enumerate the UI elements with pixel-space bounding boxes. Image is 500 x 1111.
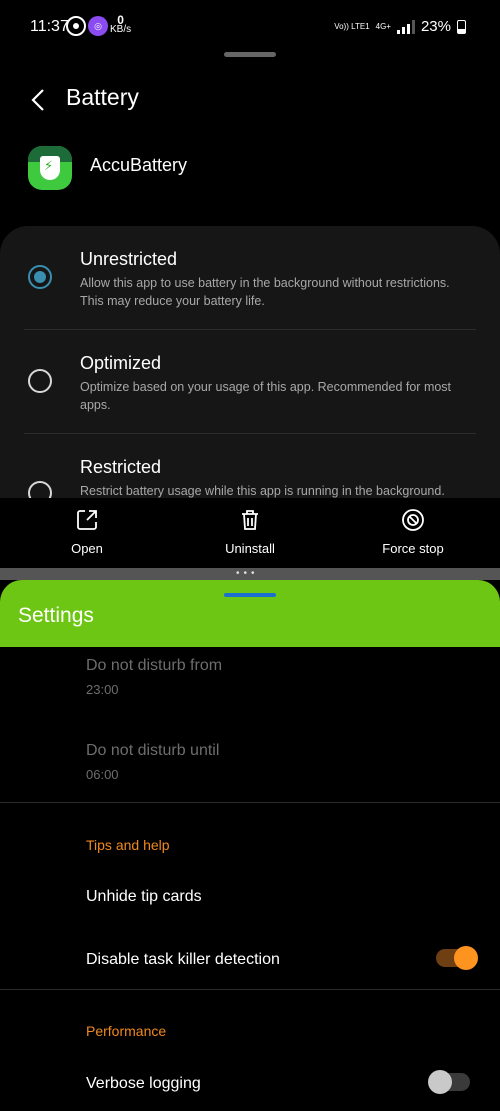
- open-label: Open: [71, 541, 103, 556]
- open-button[interactable]: Open: [62, 508, 112, 558]
- option-title: Unrestricted: [80, 249, 178, 269]
- dnd-from-value: 23:00: [86, 682, 119, 697]
- volte-indicator: Vo)) LTE1: [334, 21, 370, 31]
- option-restricted[interactable]: Restricted Restrict battery usage while …: [0, 434, 500, 498]
- network-speed-unit: KB/s: [110, 24, 132, 35]
- option-optimized[interactable]: Optimized Optimize based on your usage o…: [0, 330, 500, 434]
- option-unrestricted[interactable]: Unrestricted Allow this app to use batte…: [0, 226, 500, 330]
- battery-icon: [457, 19, 466, 34]
- dnd-until-value: 06:00: [86, 767, 119, 782]
- settings-title: Settings: [18, 604, 94, 627]
- battery-percent: 23%: [420, 18, 451, 35]
- option-title: Restricted: [80, 457, 162, 477]
- radio-optimized[interactable]: [28, 369, 52, 393]
- tips-section-header: Tips and help: [86, 837, 170, 853]
- option-description: Restrict battery usage while this app is…: [80, 484, 445, 498]
- back-button[interactable]: [30, 88, 46, 112]
- verbose-logging-label: Verbose logging: [86, 1075, 201, 1092]
- open-external-icon: [77, 510, 97, 530]
- app-action-bar: Open Uninstall Force stop: [0, 498, 500, 568]
- force-stop-button[interactable]: Force stop: [378, 508, 448, 558]
- option-description: Optimize based on your usage of this app…: [80, 380, 452, 412]
- chevron-left-icon: [31, 89, 44, 111]
- uninstall-label: Uninstall: [225, 541, 275, 556]
- settings-list: Do not disturb from 23:00 Do not disturb…: [0, 647, 500, 1111]
- radio-unrestricted[interactable]: [28, 265, 52, 289]
- network-speed: 0 KB/s: [110, 14, 132, 35]
- option-title: Optimized: [80, 353, 162, 373]
- drag-handle-top[interactable]: [224, 52, 276, 57]
- radio-restricted[interactable]: [28, 481, 52, 498]
- app-name: AccuBattery: [90, 155, 188, 175]
- page-title: Battery: [66, 84, 139, 110]
- signal-icon: [396, 19, 415, 34]
- whatsapp-icon: [66, 16, 86, 36]
- trash-icon: [242, 510, 258, 530]
- performance-section-header: Performance: [86, 1023, 167, 1039]
- divider: [0, 802, 500, 803]
- accubattery-app-icon: [28, 146, 72, 190]
- verbose-logging-toggle[interactable]: [428, 1070, 470, 1094]
- block-icon: [402, 509, 424, 531]
- dnd-until-label: Do not disturb until: [86, 742, 220, 759]
- option-description: Allow this app to use battery in the bac…: [80, 276, 450, 308]
- unhide-tip-cards[interactable]: Unhide tip cards: [86, 888, 202, 906]
- dnd-from-label: Do not disturb from: [86, 657, 223, 674]
- network-type: 4G+: [375, 21, 391, 31]
- disable-task-killer-label: Disable task killer detection: [86, 951, 280, 968]
- status-time: 11:37: [30, 18, 69, 35]
- divider: [0, 989, 500, 990]
- settings-header: Settings: [0, 580, 500, 647]
- volte-label: Vo)) LTE1: [334, 21, 370, 31]
- disable-task-killer-toggle[interactable]: [436, 946, 478, 970]
- more-options-icon[interactable]: •••: [236, 569, 259, 579]
- status-bar: 11:37 ◎ 0 KB/s Vo)) LTE1 4G+ 23%: [0, 0, 500, 52]
- notification-app-icon: ◎: [88, 16, 108, 36]
- battery-options-card: Unrestricted Allow this app to use batte…: [0, 226, 500, 498]
- sheet-grab-handle[interactable]: [224, 593, 276, 597]
- force-stop-label: Force stop: [382, 541, 444, 556]
- uninstall-button[interactable]: Uninstall: [214, 508, 286, 558]
